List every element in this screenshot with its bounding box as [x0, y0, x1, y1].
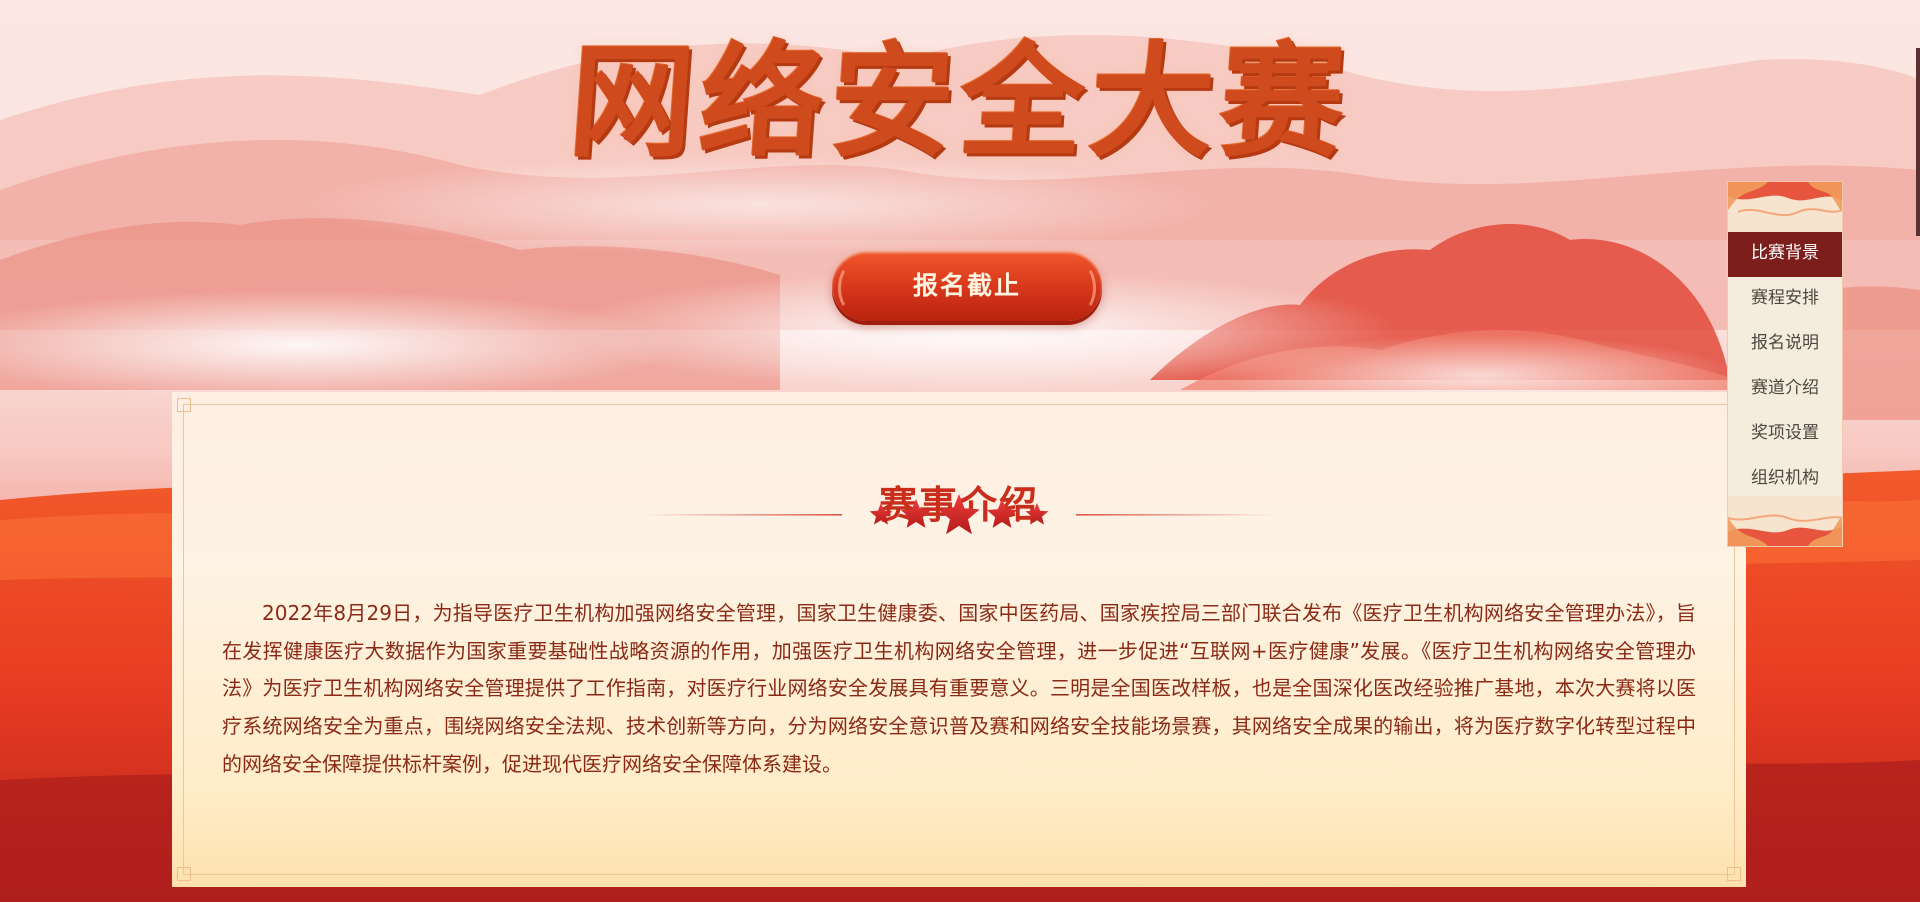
intro-paragraph: 2022年8月29日，为指导医疗卫生机构加强网络安全管理，国家卫生健康委、国家中… — [222, 601, 1696, 776]
nav-item-tracks[interactable]: 赛道介绍 — [1728, 367, 1842, 412]
corner-ornament — [177, 398, 191, 412]
nav-cap-bottom-ornament — [1728, 496, 1842, 546]
star-icon — [869, 503, 893, 525]
signup-button-label: 报名截止 — [912, 272, 1021, 300]
nav-item-awards[interactable]: 奖项设置 — [1728, 412, 1842, 457]
star-icon — [986, 499, 1018, 528]
corner-ornament — [1727, 867, 1741, 881]
star-icon — [1025, 503, 1049, 525]
side-nav: 比赛背景 赛程安排 报名说明 赛道介绍 奖项设置 组织机构 — [1728, 182, 1842, 546]
nav-item-competition-background[interactable]: 比赛背景 — [1728, 232, 1842, 277]
event-intro-panel: 赛事介绍 2022年8月29日，为指导医疗卫生机构加强网络安全管理，国家卫生健康… — [172, 392, 1746, 887]
nav-item-registration-notes[interactable]: 报名说明 — [1728, 322, 1842, 367]
hero-title: 网络安全大赛 — [564, 30, 1356, 175]
star-divider — [642, 494, 1276, 535]
star-icon — [938, 494, 980, 535]
signup-closed-button[interactable]: 报名截止 — [832, 251, 1102, 321]
nav-item-schedule[interactable]: 赛程安排 — [1728, 277, 1842, 322]
corner-ornament — [177, 867, 191, 881]
star-icon — [900, 499, 932, 528]
divider-line-right — [1076, 514, 1276, 516]
divider-line-left — [642, 514, 842, 516]
nav-cap-top-ornament — [1728, 182, 1842, 232]
